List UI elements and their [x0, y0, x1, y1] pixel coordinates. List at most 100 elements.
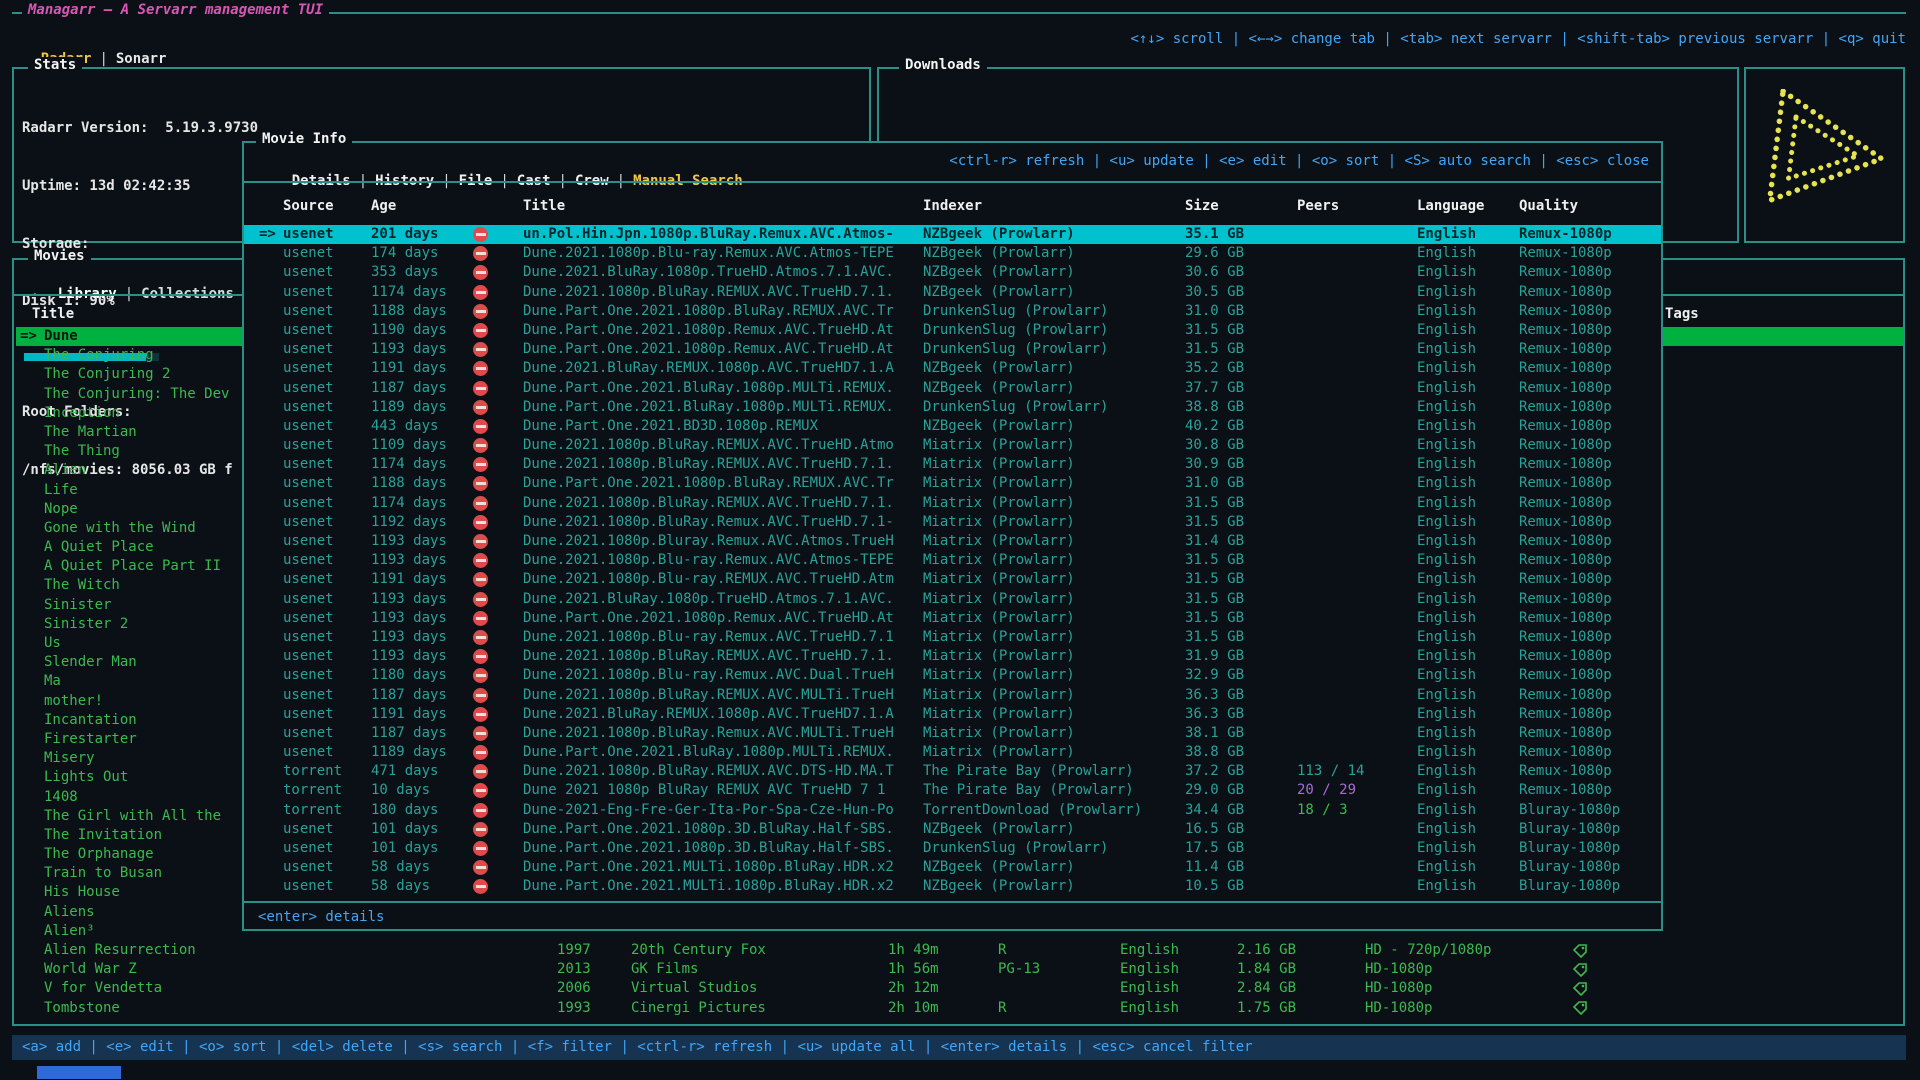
movie-title: Gone with the Wind — [44, 519, 196, 538]
result-language: English — [1417, 263, 1519, 282]
movie-list-item[interactable]: Us — [16, 634, 242, 653]
movie-list-item[interactable]: His House — [16, 883, 242, 902]
movies-table-row[interactable]: 2006 Virtual Studios 2h 12m English 2.84… — [557, 979, 1603, 998]
search-result-row[interactable]: usenet 58 days Dune.Part.One.2021.MULTi.… — [244, 877, 1661, 896]
movie-list-item[interactable]: A Quiet Place — [16, 538, 242, 557]
movie-list-item[interactable]: Inception — [16, 404, 242, 423]
search-result-row[interactable]: usenet 101 days Dune.Part.One.2021.1080p… — [244, 839, 1661, 858]
movie-list-item[interactable]: World War Z — [16, 960, 242, 979]
movie-list-item[interactable]: A Quiet Place Part II — [16, 557, 242, 576]
search-result-row[interactable]: usenet 1187 days Dune.2021.1080p.BluRay.… — [244, 724, 1661, 743]
movie-list-item[interactable]: Incantation — [16, 711, 242, 730]
movies-table-row[interactable]: 2013 GK Films 1h 56m PG-13 English 1.84 … — [557, 960, 1603, 979]
selection-marker — [20, 576, 44, 595]
movies-table-row[interactable]: 1997 20th Century Fox 1h 49m R English 2… — [557, 941, 1603, 960]
movie-list-item[interactable]: Alien³ — [16, 922, 242, 941]
movie-list-item[interactable]: Nope — [16, 500, 242, 519]
movie-list-item[interactable]: => Dune — [16, 327, 242, 346]
movie-list-item[interactable]: V for Vendetta — [16, 979, 242, 998]
search-result-row[interactable]: usenet 353 days Dune.2021.BluRay.1080p.T… — [244, 263, 1661, 282]
search-result-row[interactable]: torrent 180 days Dune-2021-Eng-Fre-Ger-I… — [244, 801, 1661, 820]
result-quality: Bluray-1080p — [1519, 877, 1661, 896]
movie-title: Ma — [44, 672, 61, 691]
search-result-row[interactable]: usenet 1193 days Dune.2021.1080p.BluRay.… — [244, 647, 1661, 666]
movie-list-item[interactable]: The Orphanage — [16, 845, 242, 864]
search-result-row[interactable]: torrent 471 days Dune.2021.1080p.BluRay.… — [244, 762, 1661, 781]
search-result-row[interactable]: usenet 1191 days Dune.2021.1080p.Blu-ray… — [244, 570, 1661, 589]
tag-icon — [1573, 999, 1603, 1018]
search-result-row[interactable]: usenet 101 days Dune.Part.One.2021.1080p… — [244, 820, 1661, 839]
result-peers — [1297, 877, 1417, 896]
result-quality: Remux-1080p — [1519, 647, 1661, 666]
result-peers — [1297, 417, 1417, 436]
result-title: Dune.Part.One.2021.MULTi.1080p.BluRay.HD… — [523, 858, 923, 877]
result-quality: Remux-1080p — [1519, 628, 1661, 647]
tab-separator: | — [99, 51, 107, 67]
movie-list-item[interactable]: The Conjuring: The Dev — [16, 385, 242, 404]
search-result-row[interactable]: usenet 1191 days Dune.2021.BluRay.REMUX.… — [244, 705, 1661, 724]
movie-title: mother! — [44, 692, 103, 711]
movie-list-item[interactable]: The Conjuring — [16, 346, 242, 365]
search-result-row[interactable]: usenet 1109 days Dune.2021.1080p.BluRay.… — [244, 436, 1661, 455]
result-indexer: DrunkenSlug (Prowlarr) — [923, 340, 1185, 359]
result-rejected-cell — [473, 820, 523, 839]
search-result-row[interactable]: => usenet 201 days un.Pol.Hin.Jpn.1080p.… — [244, 225, 1661, 244]
movie-list-item[interactable]: 1408 — [16, 788, 242, 807]
movie-list-item[interactable]: Train to Busan — [16, 864, 242, 883]
search-result-row[interactable]: usenet 1188 days Dune.Part.One.2021.1080… — [244, 474, 1661, 493]
result-age: 1191 days — [371, 705, 473, 724]
search-result-row[interactable]: usenet 1187 days Dune.2021.1080p.BluRay.… — [244, 686, 1661, 705]
movie-list-item[interactable]: The Thing — [16, 442, 242, 461]
search-result-row[interactable]: usenet 1174 days Dune.2021.1080p.BluRay.… — [244, 283, 1661, 302]
movie-list-item[interactable]: The Conjuring 2 — [16, 365, 242, 384]
result-size: 37.7 GB — [1185, 379, 1297, 398]
movie-title: Alien — [44, 461, 86, 480]
result-indexer: Miatrix (Prowlarr) — [923, 551, 1185, 570]
movie-list-item[interactable]: The Martian — [16, 423, 242, 442]
movie-list-item[interactable]: The Witch — [16, 576, 242, 595]
tab-sonarr[interactable]: Sonarr — [116, 51, 167, 67]
movie-list-item[interactable]: Sinister — [16, 596, 242, 615]
movie-list-item[interactable]: Alien — [16, 461, 242, 480]
search-result-row[interactable]: usenet 1180 days Dune.2021.1080p.Blu-ray… — [244, 666, 1661, 685]
movie-list-item[interactable]: Ma — [16, 672, 242, 691]
search-result-row[interactable]: usenet 1193 days Dune.2021.1080p.Blu-ray… — [244, 628, 1661, 647]
movie-list-item[interactable]: Life — [16, 481, 242, 500]
search-result-row[interactable]: usenet 58 days Dune.Part.One.2021.MULTi.… — [244, 858, 1661, 877]
movie-list-item[interactable]: Gone with the Wind — [16, 519, 242, 538]
result-rejected-cell — [473, 666, 523, 685]
movie-list-item[interactable]: mother! — [16, 692, 242, 711]
search-result-row[interactable]: usenet 1193 days Dune.2021.BluRay.1080p.… — [244, 590, 1661, 609]
search-result-row[interactable]: usenet 1193 days Dune.2021.1080p.Bluray.… — [244, 532, 1661, 551]
movie-list-item[interactable]: Tombstone — [16, 999, 242, 1018]
search-result-row[interactable]: usenet 1188 days Dune.Part.One.2021.1080… — [244, 302, 1661, 321]
movies-table-row[interactable]: 1993 Cinergi Pictures 2h 10m R English 1… — [557, 999, 1603, 1018]
search-result-row[interactable]: usenet 1187 days Dune.Part.One.2021.BluR… — [244, 379, 1661, 398]
movie-list-item[interactable]: Firestarter — [16, 730, 242, 749]
movie-list-item[interactable]: Sinister 2 — [16, 615, 242, 634]
search-result-row[interactable]: torrent 10 days Dune 2021 1080p BluRay R… — [244, 781, 1661, 800]
movie-year: 2013 — [557, 960, 631, 979]
result-language: English — [1417, 686, 1519, 705]
search-result-row[interactable]: usenet 1189 days Dune.Part.One.2021.BluR… — [244, 743, 1661, 762]
movie-list-item[interactable]: Alien Resurrection — [16, 941, 242, 960]
movie-list-item[interactable]: Misery — [16, 749, 242, 768]
movie-list-item[interactable]: The Girl with All the — [16, 807, 242, 826]
result-indexer: The Pirate Bay (Prowlarr) — [923, 762, 1185, 781]
search-result-row[interactable]: usenet 174 days Dune.2021.1080p.Blu-ray.… — [244, 244, 1661, 263]
search-result-row[interactable]: usenet 443 days Dune.Part.One.2021.BD3D.… — [244, 417, 1661, 436]
movie-list-item[interactable]: The Invitation — [16, 826, 242, 845]
search-result-row[interactable]: usenet 1193 days Dune.2021.1080p.Blu-ray… — [244, 551, 1661, 570]
search-result-row[interactable]: usenet 1174 days Dune.2021.1080p.BluRay.… — [244, 455, 1661, 474]
movie-list-item[interactable]: Slender Man — [16, 653, 242, 672]
movie-list-item[interactable]: Aliens — [16, 903, 242, 922]
movie-list-item[interactable]: Lights Out — [16, 768, 242, 787]
movie-year: 2006 — [557, 979, 631, 998]
search-result-row[interactable]: usenet 1190 days Dune.Part.One.2021.1080… — [244, 321, 1661, 340]
search-result-row[interactable]: usenet 1193 days Dune.Part.One.2021.1080… — [244, 609, 1661, 628]
search-result-row[interactable]: usenet 1193 days Dune.Part.One.2021.1080… — [244, 340, 1661, 359]
search-result-row[interactable]: usenet 1174 days Dune.2021.1080p.BluRay.… — [244, 494, 1661, 513]
search-result-row[interactable]: usenet 1192 days Dune.2021.1080p.BluRay.… — [244, 513, 1661, 532]
search-result-row[interactable]: usenet 1191 days Dune.2021.BluRay.REMUX.… — [244, 359, 1661, 378]
search-result-row[interactable]: usenet 1189 days Dune.Part.One.2021.BluR… — [244, 398, 1661, 417]
